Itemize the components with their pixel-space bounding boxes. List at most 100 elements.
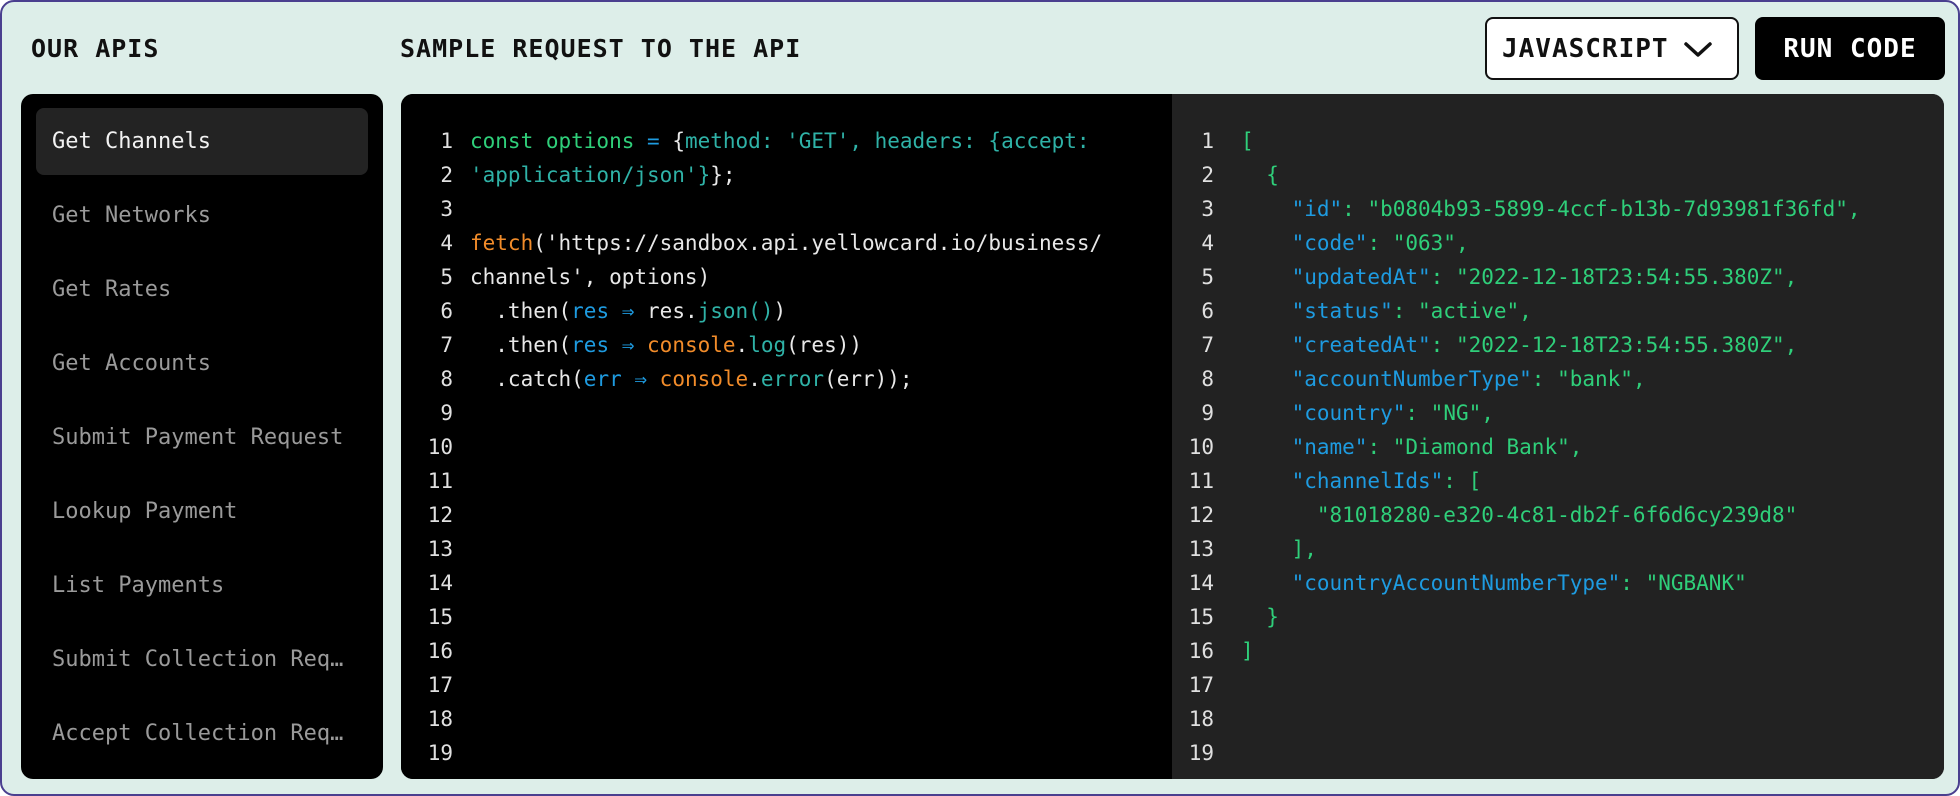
code-token: const [470,129,546,153]
line-number: 17 [427,673,453,697]
request-code-pane[interactable]: 1 const options = {method: 'GET', headers… [401,94,1172,779]
sidebar-item[interactable]: Get Networks [36,182,368,249]
line-number: 3 [440,197,453,221]
line-number: 9 [440,401,453,425]
code-token: . [748,367,761,391]
response-json-line: 16] [1172,634,1944,668]
line-number: 5 [1201,265,1214,289]
response-json-line-text: "name": "Diamond Bank", [1241,435,1583,459]
code-token: : [1430,333,1456,357]
request-code-line: 12 [401,498,1172,532]
response-json-pane[interactable]: 1[2 {3 "id": "b0804b93-5899-4ccf-b13b-7d… [1172,94,1944,779]
code-token: res. [647,299,698,323]
code-token: "Diamond Bank", [1392,435,1583,459]
response-json-line-text: "countryAccountNumberType": "NGBANK" [1241,571,1747,595]
response-json-line-text: "id": "b0804b93-5899-4ccf-b13b-7d93981f3… [1241,197,1861,221]
code-token: ⇒ [609,333,648,357]
request-code-line: 15 [401,600,1172,634]
line-number: 1 [440,129,453,153]
line-number: 13 [427,537,453,561]
request-code-line: 5 channels', options) [401,260,1172,294]
request-code-line-text: fetch('https://sandbox.api.yellowcard.io… [470,231,1102,255]
code-token: "status" [1241,299,1393,323]
code-token: ⇒ [621,367,660,391]
line-number: 12 [427,503,453,527]
response-json-line-text: "createdAt": "2022-12-18T23:54:55.380Z", [1241,333,1798,357]
request-code-lines: 1 const options = {method: 'GET', headers… [401,124,1172,774]
code-token: "countryAccountNumberType" [1241,571,1621,595]
request-code-line: 16 [401,634,1172,668]
line-number: 7 [440,333,453,357]
code-token: { [1241,163,1279,187]
response-json-line: 4 "code": "063", [1172,226,1944,260]
code-token: "active", [1418,299,1532,323]
sidebar-item[interactable]: List Payments [36,552,368,619]
request-code-line: 17 [401,668,1172,702]
chevron-down-icon [1684,42,1712,57]
response-json-line: 19 [1172,736,1944,770]
code-token: json() [697,299,774,323]
language-select[interactable]: JAVASCRIPT [1485,17,1739,80]
response-json-line: 17 [1172,668,1944,702]
run-code-button[interactable]: RUN CODE [1755,17,1945,80]
response-json-line: 11 "channelIds": [ [1172,464,1944,498]
code-token: ] [1241,639,1254,663]
sidebar-item[interactable]: Submit Payment Request [36,404,368,471]
code-token: : [1367,231,1393,255]
request-code-line: 6 .then(res ⇒ res.json()) [401,294,1172,328]
line-number: 15 [427,605,453,629]
api-list-sidebar: Get Channels Get Networks Get Rates Get Acc… [21,94,383,779]
code-token: [ [1241,129,1254,153]
code-token: res [571,299,610,323]
request-code-line: 9 [401,396,1172,430]
code-token: 'GET' [786,129,850,153]
code-token: "2022-12-18T23:54:55.380Z", [1455,265,1798,289]
response-json-line-text: ], [1241,537,1317,561]
line-number: 9 [1201,401,1214,425]
response-json-line: 1[ [1172,124,1944,158]
code-token: ) [773,299,787,323]
line-number: 6 [440,299,453,323]
sidebar-item[interactable]: Get Accounts [36,330,368,397]
request-code-line-text: .then(res ⇒ console.log(res)) [470,333,862,357]
sidebar-item[interactable]: Submit Collection Req… [36,626,368,693]
request-code-line: 3 [401,192,1172,226]
language-select-value: JAVASCRIPT [1502,33,1669,64]
line-number: 2 [1201,163,1214,187]
sidebar-item[interactable]: Get Rates [36,256,368,323]
code-token: "bank", [1557,367,1646,391]
code-token: .catch( [470,367,584,391]
code-token: { [672,129,685,153]
code-token: "81018280-e320-4c81-db2f-6f6d6cy239d8" [1241,503,1798,527]
request-code-line: 19 [401,736,1172,770]
code-token: "channelIds" [1241,469,1444,493]
response-json-line-text: "country": "NG", [1241,401,1494,425]
code-token: "createdAt" [1241,333,1431,357]
code-token: channels', options) [470,265,711,289]
line-number: 19 [1188,741,1214,765]
line-number: 10 [1188,435,1214,459]
line-number: 11 [1188,469,1214,493]
response-json-line-text: "channelIds": [ [1241,469,1482,493]
response-json-line-text: ] [1241,639,1254,663]
line-number: 4 [1201,231,1214,255]
code-token: ], [1241,537,1317,561]
code-token: "accountNumberType" [1241,367,1532,391]
code-token: fetch [470,231,534,255]
code-token: err [583,367,622,391]
code-token: "code" [1241,231,1368,255]
code-token: (err)); [824,367,913,391]
line-number: 8 [1201,367,1214,391]
line-number: 7 [1201,333,1214,357]
sidebar-item[interactable]: Lookup Payment [36,478,368,545]
sidebar-item[interactable]: Accept Collection Req… [36,700,368,767]
sidebar-item[interactable]: Get Channels [36,108,368,175]
response-json-line: 14 "countryAccountNumberType": "NGBANK" [1172,566,1944,600]
code-token: , headers: [849,129,989,153]
code-token: console [659,367,749,391]
code-token: : [1620,571,1646,595]
line-number: 17 [1188,673,1214,697]
line-number: 16 [427,639,453,663]
code-token: "name" [1241,435,1368,459]
response-json-line-text: [ [1241,129,1254,153]
